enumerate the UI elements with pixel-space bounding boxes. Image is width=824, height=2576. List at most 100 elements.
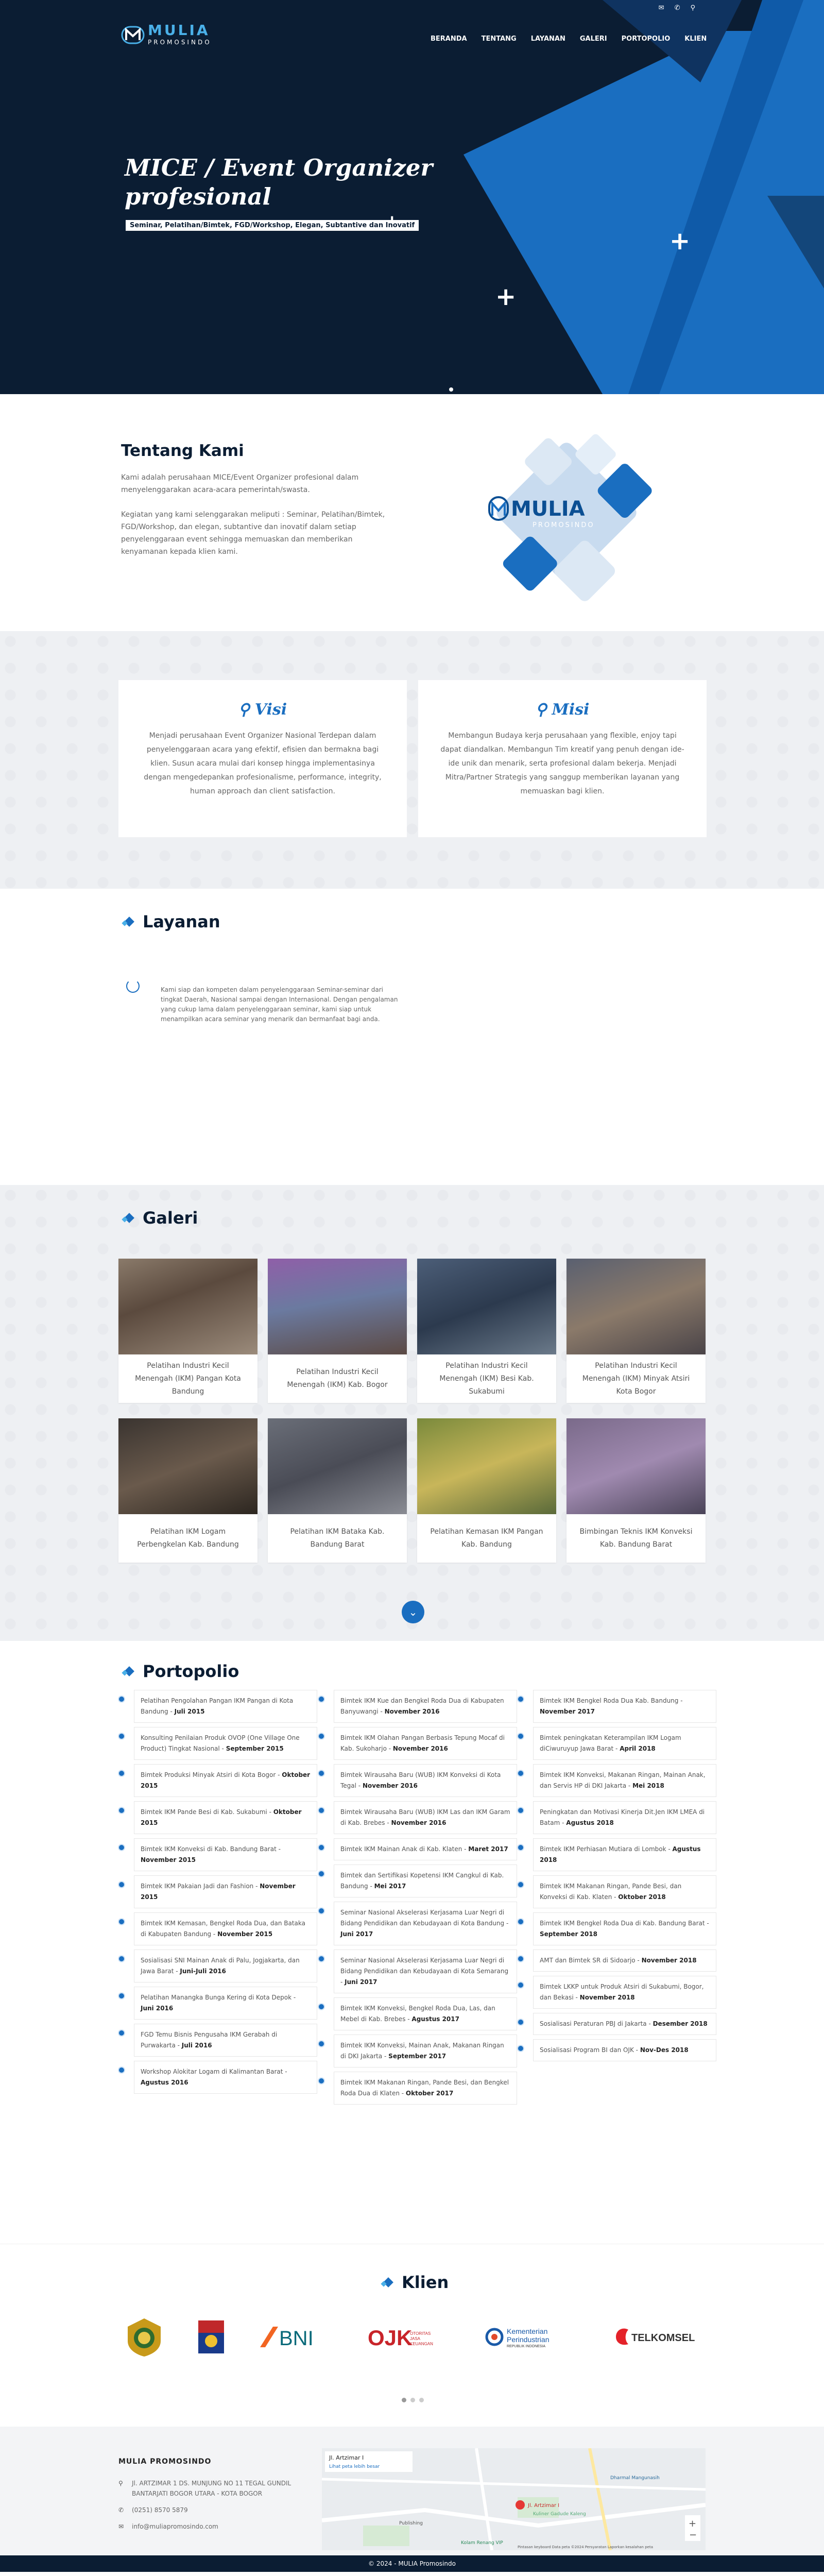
gallery-card[interactable]: Pelatihan Industri Kecil Menengah (IKM) … xyxy=(268,1259,407,1403)
logo-mark-icon xyxy=(121,26,145,44)
gallery-card[interactable]: Pelatihan Industri Kecil Menengah (IKM) … xyxy=(417,1259,556,1403)
portfolio-item: Bimtek IKM Pande Besi di Kab. Sukabumi -… xyxy=(118,1801,317,1834)
svg-text:Lihat peta lebih besar: Lihat peta lebih besar xyxy=(329,2464,380,2469)
svg-text:JASA: JASA xyxy=(410,2336,421,2341)
portfolio-column-2: Bimtek IKM Kue dan Bengkel Roda Dua di K… xyxy=(318,1690,517,2109)
gallery-card[interactable]: Pelatihan Industri Kecil Menengah (IKM) … xyxy=(118,1259,258,1403)
carousel-dots xyxy=(402,2398,424,2402)
gallery-caption: Pelatihan Kemasan IKM Pangan Kab. Bandun… xyxy=(430,1528,543,1549)
nav-klien[interactable]: KLIEN xyxy=(677,35,714,43)
map-canvas: Jl. Artzimar I Kuliner Gadude Kaleng Pub… xyxy=(322,2448,706,2550)
gallery-photo xyxy=(566,1418,706,1514)
svg-text:Pintasan keyboard Data peta: Pintasan keyboard Data peta ©2024 Persya… xyxy=(518,2545,653,2549)
gallery-photo xyxy=(417,1418,556,1514)
dot-decoration xyxy=(449,387,453,392)
svg-text:Kementerian: Kementerian xyxy=(507,2327,547,2335)
portfolio-item: Bimtek IKM Pakaian Jadi dan Fashion - No… xyxy=(118,1875,317,1908)
portfolio-item: Bimtek IKM Perhiasan Mutiara di Lombok -… xyxy=(517,1838,716,1871)
award-icon: ⚲ xyxy=(238,701,250,719)
footer-email[interactable]: info@muliapromosindo.com xyxy=(132,2521,218,2532)
gallery-photo xyxy=(566,1259,706,1354)
portopolio-section: Portopolio Pelatihan Pengolahan Pangan I… xyxy=(0,1641,824,2244)
client-logo-bni: BNI xyxy=(258,2316,335,2358)
portfolio-item: Bimtek dan Sertifikasi Kopetensi IKM Can… xyxy=(318,1865,517,1897)
nav-layanan[interactable]: LAYANAN xyxy=(524,35,573,43)
diamond-icon xyxy=(381,2277,393,2287)
portfolio-item: Pelatihan Pengolahan Pangan IKM Pangan d… xyxy=(118,1690,317,1723)
gallery-photo xyxy=(118,1418,258,1514)
gallery-card[interactable]: Bimbingan Teknis IKM Konveksi Kab. Bandu… xyxy=(566,1418,706,1563)
portfolio-item: Peningkatan dan Motivasi Kinerja Dit.Jen… xyxy=(517,1801,716,1834)
footer-address: Jl. ARTZIMAR 1 DS. MUNJUNG NO 11 TEGAL G… xyxy=(132,2480,291,2497)
footer-contact: ⚲ Jl. ARTZIMAR 1 DS. MUNJUNG NO 11 TEGAL … xyxy=(118,2478,294,2538)
mail-icon[interactable]: ✉ xyxy=(659,4,664,12)
galeri-section: Galeri Pelatihan Industri Kecil Menengah… xyxy=(0,1185,824,1641)
portfolio-item: FGD Temu Bisnis Pengusaha IKM Gerabah di… xyxy=(118,2024,317,2057)
hero-title: MICE / Event Organizer profesional xyxy=(125,154,433,210)
svg-text:KEUANGAN: KEUANGAN xyxy=(410,2342,433,2346)
client-logo-kemenperin: Kementerian Perindustrian REPUBLIK INDONES… xyxy=(484,2316,582,2358)
client-logo-telkomsel: TELKOMSEL xyxy=(613,2316,706,2358)
svg-text:REPUBLIK INDONESIA: REPUBLIK INDONESIA xyxy=(507,2345,545,2348)
footer-company: MULIA PROMOSINDO xyxy=(118,2458,212,2466)
gallery-photo xyxy=(268,1418,407,1514)
location-pin-icon[interactable]: ⚲ xyxy=(690,4,695,12)
load-more-button[interactable]: ⌄ xyxy=(402,1601,424,1623)
nav-galeri[interactable]: GALERI xyxy=(573,35,614,43)
about-section: Tentang Kami Kami adalah perusahaan MICE… xyxy=(0,394,824,631)
nav-beranda[interactable]: BERANDA xyxy=(423,35,474,43)
footer-phone[interactable]: (0251) 8570 5879 xyxy=(132,2505,188,2515)
portfolio-column-3: Bimtek IKM Bengkel Roda Dua Kab. Bandung… xyxy=(517,1690,716,2065)
client-logo-emblem xyxy=(124,2316,165,2358)
service-icon xyxy=(126,979,140,993)
portopolio-heading: Portopolio xyxy=(121,1662,239,1681)
visi-title: Visi xyxy=(254,701,287,719)
misi-title: Misi xyxy=(552,701,590,719)
visi-misi-section: ⚲ Visi Menjadi perusahaan Event Organizer… xyxy=(0,631,824,889)
portfolio-item: Bimtek IKM Mainan Anak di Kab. Klaten - … xyxy=(318,1838,517,1860)
portfolio-item: Bimtek IKM Konveksi di Kab. Bandung Bara… xyxy=(118,1838,317,1871)
portfolio-item: Sosialisasi Peraturan PBJ di Jakarta - D… xyxy=(517,2013,716,2035)
portfolio-item: Bimtek IKM Makanan Ringan, Pande Besi, d… xyxy=(517,1875,716,1908)
phone-icon[interactable]: ✆ xyxy=(675,4,680,12)
award-icon: ⚲ xyxy=(535,701,547,719)
gallery-card[interactable]: Pelatihan IKM Bataka Kab. Bandung Barat xyxy=(268,1418,407,1563)
location-pin-icon: ⚲ xyxy=(118,2480,123,2487)
svg-text:TELKOMSEL: TELKOMSEL xyxy=(631,2332,695,2344)
gallery-card[interactable]: Pelatihan IKM Logam Perbengkelan Kab. Ba… xyxy=(118,1418,258,1563)
gallery-caption: Pelatihan IKM Bataka Kab. Bandung Barat xyxy=(290,1528,385,1549)
hero-section: + + + ✉ ✆ ⚲ MULIA PROMOSINDO BERANDA TEN… xyxy=(0,0,824,394)
svg-text:MULIA: MULIA xyxy=(511,497,585,521)
portfolio-item: Bimtek IKM Olahan Pangan Berbasis Tepung… xyxy=(318,1727,517,1760)
embedded-map[interactable]: Jl. Artzimar I Kuliner Gadude Kaleng Pub… xyxy=(322,2448,706,2550)
nav-portopolio[interactable]: PORTOPOLIO xyxy=(614,35,678,43)
portfolio-item: Sosialisasi Program BI dan OJK - Nov-Des… xyxy=(517,2039,716,2061)
portfolio-item: Bimtek IKM Bengkel Roda Dua Kab. Bandung… xyxy=(517,1690,716,1723)
top-contact-icons: ✉ ✆ ⚲ xyxy=(659,4,695,12)
gallery-photo xyxy=(268,1259,407,1354)
svg-text:PROMOSINDO: PROMOSINDO xyxy=(533,521,595,529)
portfolio-item: Bimtek IKM Kue dan Bengkel Roda Dua di K… xyxy=(318,1690,517,1723)
portfolio-item: Bimtek LKKP untuk Produk Atsiri di Sukab… xyxy=(517,1976,716,2009)
svg-text:Publishing: Publishing xyxy=(399,2521,423,2526)
portfolio-item: Bimtek IKM Kemasan, Bengkel Roda Dua, da… xyxy=(118,1912,317,1945)
carousel-dot[interactable] xyxy=(402,2398,406,2402)
gallery-card[interactable]: Pelatihan Kemasan IKM Pangan Kab. Bandun… xyxy=(417,1418,556,1563)
gallery-caption: Pelatihan IKM Logam Perbengkelan Kab. Ba… xyxy=(137,1528,239,1549)
nav-tentang[interactable]: TENTANG xyxy=(474,35,524,43)
carousel-dot[interactable] xyxy=(419,2398,424,2402)
portfolio-item: Bimtek IKM Konveksi, Makanan Ringan, Mai… xyxy=(517,1764,716,1797)
svg-text:Kuliner Gadude Kaleng: Kuliner Gadude Kaleng xyxy=(533,2512,586,2517)
brand-sub: PROMOSINDO xyxy=(148,39,212,46)
portfolio-item: Sosialisasi SNI Mainan Anak di Palu, Jog… xyxy=(118,1950,317,1982)
brand-logo[interactable]: MULIA PROMOSINDO xyxy=(121,23,212,46)
visi-text: Menjadi perusahaan Event Organizer Nasio… xyxy=(144,732,382,795)
about-paragraph-2: Kegiatan yang kami selenggarakan meliput… xyxy=(121,511,385,556)
hero-subtitle: Seminar, Pelatihan/Bimtek, FGD/Workshop,… xyxy=(126,220,419,231)
chevron-down-icon: ⌄ xyxy=(408,1606,418,1618)
carousel-dot[interactable] xyxy=(410,2398,415,2402)
galeri-heading: Galeri xyxy=(121,1208,198,1228)
gallery-card[interactable]: Pelatihan Industri Kecil Menengah (IKM) … xyxy=(566,1259,706,1403)
portfolio-item: Bimtek Wirausaha Baru (WUB) IKM Las dan … xyxy=(318,1801,517,1834)
gallery-caption: Pelatihan Industri Kecil Menengah (IKM) … xyxy=(287,1368,388,1389)
